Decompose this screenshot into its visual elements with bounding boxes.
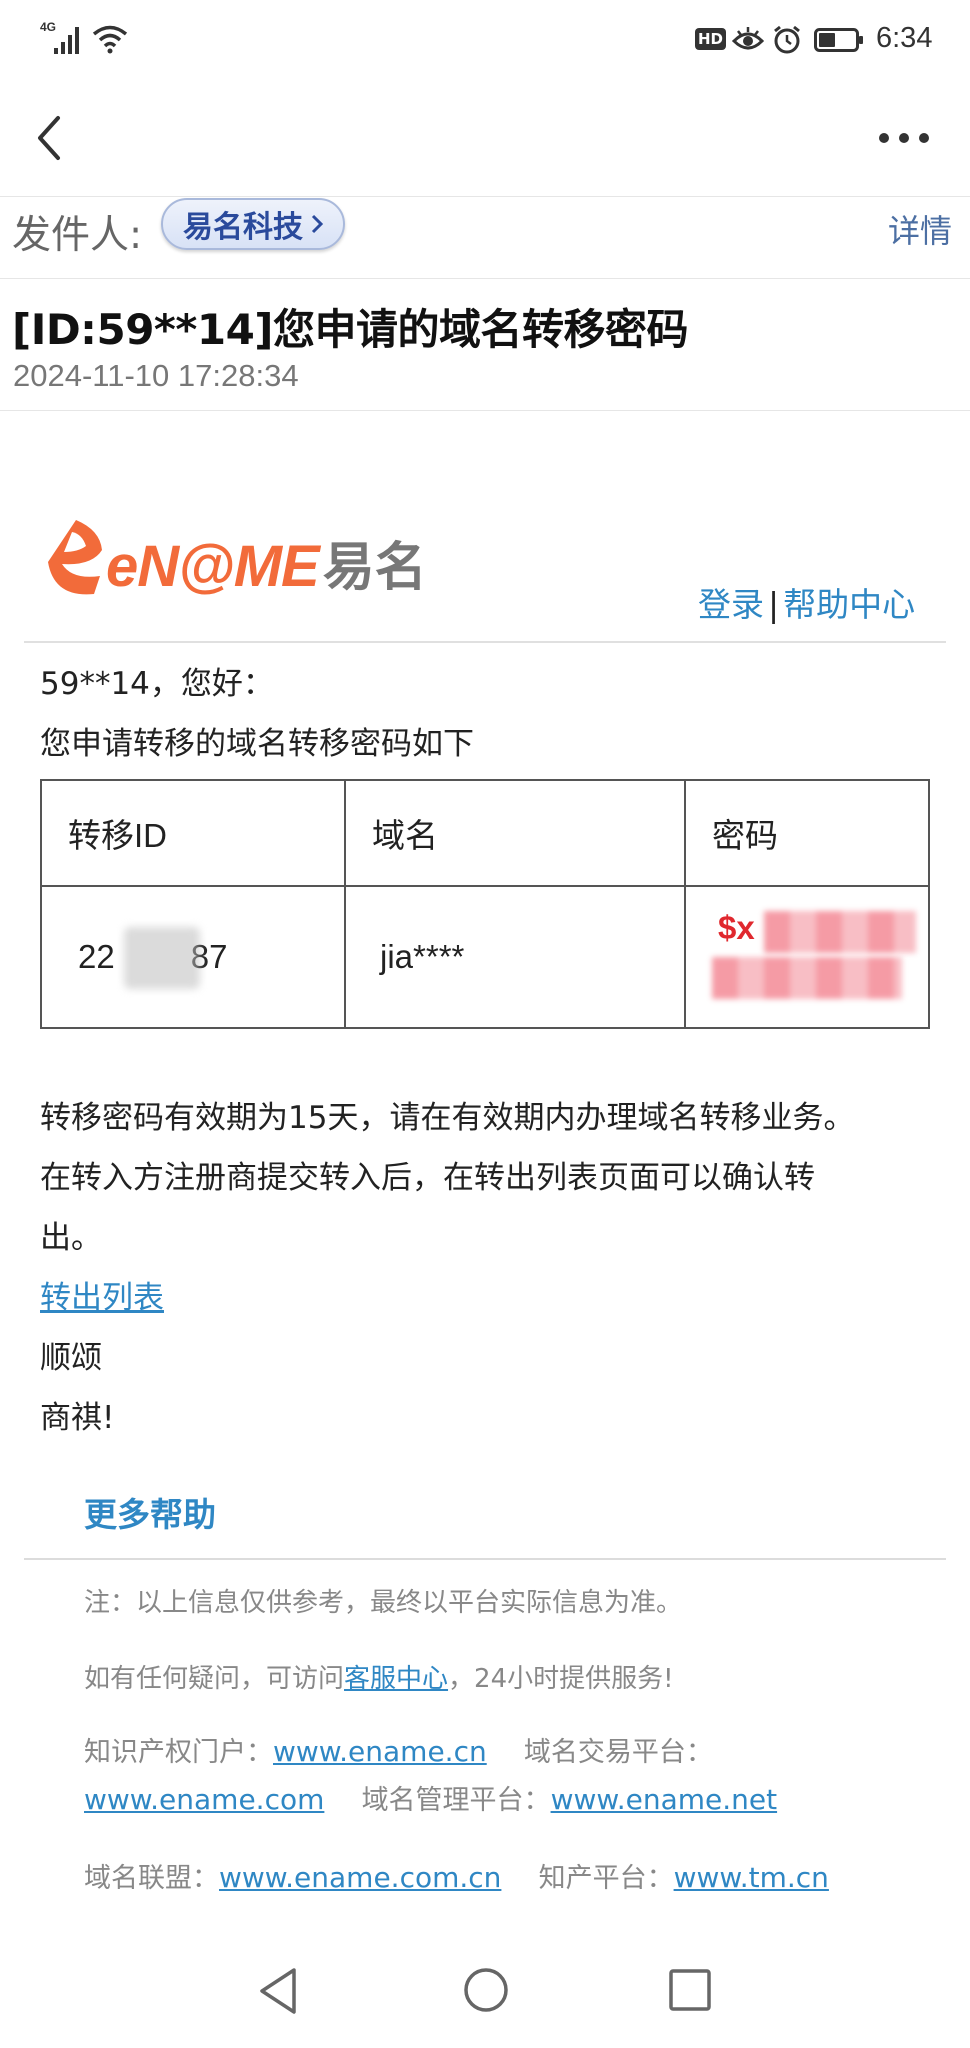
back-button[interactable] [30, 112, 70, 164]
header-transfer-id: 转移ID [40, 779, 346, 887]
top-links: 登录 | 帮助中心 [698, 578, 915, 626]
details-link[interactable]: 详情 [888, 206, 952, 252]
footer-links-2: www.ename.com 域名管理平台：www.ename.net [84, 1776, 904, 1825]
service-line: 如有任何疑问，可访问客服中心，24小时提供服务! [84, 1658, 674, 1695]
cellular-signal-icon: 4G [38, 20, 84, 56]
closing-line2: 商祺! [40, 1400, 115, 1436]
content-divider [24, 641, 946, 643]
tm-platform-link[interactable]: www.tm.cn [674, 1861, 829, 1894]
navigation-bar [0, 1946, 970, 2048]
union-label: 域名联盟： [84, 1863, 219, 1894]
sender-name: 易名科技 [183, 210, 303, 245]
cell-transfer-id: 22 87 [40, 885, 346, 1029]
confirm-paragraph-line1: 在转入方注册商提交转入后，在转出列表页面可以确认转 [40, 1160, 815, 1196]
header-password: 密码 [684, 779, 930, 887]
logo-chinese: 易名 [322, 538, 427, 598]
footer-links-1: 知识产权门户：www.ename.cn 域名交易平台： [84, 1728, 904, 1777]
password-redaction-top [764, 911, 916, 953]
manage-platform-link[interactable]: www.ename.net [551, 1783, 778, 1816]
nav-back-triangle-icon[interactable] [256, 1966, 300, 2016]
tm-platform-label: 知产平台： [538, 1863, 674, 1894]
sender-label: 发件人: [12, 213, 143, 258]
sender-chip[interactable]: 易名科技 [161, 198, 345, 250]
battery-icon [814, 28, 863, 52]
table-row: 22 87 jia**** $x [40, 885, 930, 1029]
alarm-icon [774, 25, 800, 54]
more-options-button[interactable] [874, 126, 934, 150]
union-link[interactable]: www.ename.com.cn [219, 1861, 501, 1894]
table-header-row: 转移ID 域名 密码 [40, 779, 930, 887]
header-domain: 域名 [344, 779, 686, 887]
customer-service-link[interactable]: 客服中心 [344, 1664, 448, 1694]
nav-home-circle-icon[interactable] [462, 1966, 510, 2014]
confirm-paragraph-line2: 出。 [40, 1220, 102, 1256]
wifi-icon [92, 25, 128, 54]
link-separator: | [768, 585, 780, 624]
transfer-id-prefix: 22 [78, 938, 115, 975]
logo-wordmark: eN@ME [106, 534, 320, 599]
password-redaction-bottom [712, 957, 902, 999]
chevron-right-icon [311, 214, 324, 234]
closing-line1: 顺颂 [40, 1340, 102, 1376]
ip-portal-link[interactable]: www.ename.cn [273, 1735, 487, 1768]
login-link[interactable]: 登录 [698, 585, 764, 624]
cell-password: $x [684, 885, 930, 1029]
disclaimer-note: 注：以上信息仅供参考，最终以平台实际信息为准。 [84, 1588, 683, 1618]
transfer-table: 转移ID 域名 密码 22 87 jia**** $x [40, 779, 930, 1029]
intro-text: 您申请转移的域名转移密码如下 [40, 726, 474, 762]
trade-platform-link[interactable]: www.ename.com [84, 1783, 324, 1816]
transfer-list-link[interactable]: 转出列表 [40, 1268, 164, 1328]
status-bar: 4G HD 6:34 [0, 0, 970, 80]
more-help-heading[interactable]: 更多帮助 [84, 1488, 216, 1536]
password-prefix: $x [718, 909, 755, 946]
ename-e-icon [48, 520, 102, 595]
hd-badge: HD [695, 28, 727, 50]
service-prefix: 如有任何疑问，可访问 [84, 1664, 345, 1694]
nav-recents-square-icon[interactable] [668, 1968, 712, 2012]
email-date: 2024-11-10 17:28:34 [13, 358, 299, 393]
cell-domain: jia**** [344, 885, 686, 1029]
manage-platform-label: 域名管理平台： [361, 1785, 551, 1816]
trade-platform-label: 域名交易平台： [523, 1737, 713, 1768]
ip-portal-label: 知识产权门户： [84, 1737, 273, 1768]
email-subject: [ID:59**14]您申请的域名转移密码 [12, 305, 689, 354]
service-suffix: ，24小时提供服务! [448, 1664, 674, 1694]
clock: 6:34 [876, 22, 933, 54]
greeting: 59**14，您好： [40, 666, 274, 702]
footer-divider [24, 1558, 946, 1560]
eye-comfort-icon [732, 27, 764, 50]
help-center-link[interactable]: 帮助中心 [783, 585, 915, 624]
validity-paragraph: 转移密码有效期为15天，请在有效期内办理域名转移业务。 [40, 1100, 855, 1136]
redaction-mask [124, 927, 200, 989]
ename-logo: eN@ME 易名 [42, 516, 427, 600]
footer-links-3: 域名联盟：www.ename.com.cn 知产平台：www.tm.cn [84, 1854, 904, 1903]
